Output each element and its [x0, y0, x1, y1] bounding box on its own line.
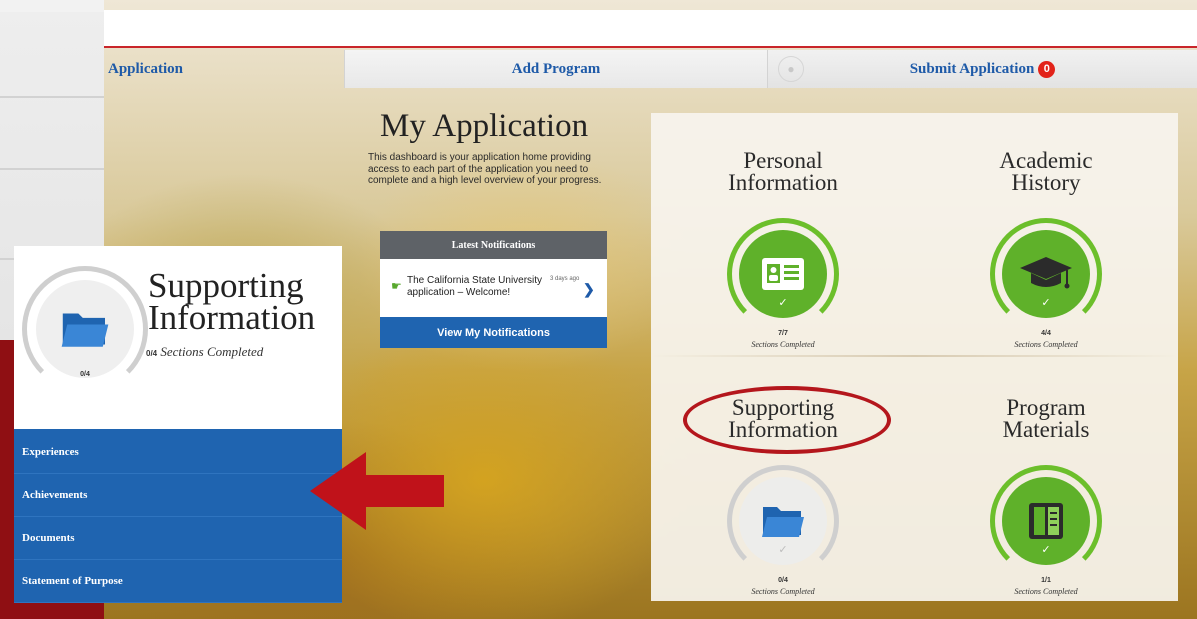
tab-add-program[interactable]: Add Program [344, 50, 768, 88]
callout-subtitle-fraction: 0/4 [146, 349, 158, 358]
tile-title: Academic History [946, 148, 1146, 195]
callout-title-line: Information [148, 298, 316, 337]
tab-submit-application[interactable]: ● Submit Application 0 [768, 50, 1197, 88]
tile-title-line: Personal [743, 148, 823, 173]
supporting-information-callout: 0/4 Supporting Information 0/4 Sections … [14, 246, 342, 603]
highlight-oval [683, 386, 891, 454]
tile-caption: Sections Completed [751, 587, 815, 596]
callout-fraction: 0/4 [80, 371, 90, 378]
tab-application[interactable]: Application [104, 50, 344, 88]
checkmark-icon: ✓ [1041, 297, 1051, 309]
tile-fraction: 7/7 [778, 330, 788, 337]
view-notifications-button[interactable]: View My Notifications [380, 317, 607, 348]
top-bar [104, 10, 1197, 48]
callout-subtitle-text: Sections Completed [160, 344, 264, 359]
notification-item[interactable]: ☛ The California State University applic… [380, 259, 607, 317]
notifications-card: Latest Notifications ☛ The California St… [380, 231, 607, 348]
folder-icon [36, 280, 134, 378]
chevron-right-icon[interactable]: ❯ [583, 281, 595, 298]
notifications-header: Latest Notifications [380, 231, 607, 259]
tile-fraction: 0/4 [778, 577, 788, 584]
tile-fraction: 4/4 [1041, 330, 1051, 337]
tile-caption: Sections Completed [1014, 587, 1078, 596]
tab-bar: Application Add Program ● Submit Applica… [104, 50, 1197, 88]
page-title: My Application [380, 108, 589, 144]
tile-title-line: Program [1006, 395, 1086, 420]
menu-item-experiences[interactable]: Experiences [14, 431, 342, 474]
tile-title-line: Academic [999, 148, 1093, 173]
checkmark-icon: ✓ [1041, 544, 1051, 556]
menu-item-statement-of-purpose[interactable]: Statement of Purpose [14, 560, 342, 603]
tile-title-line: Materials [1002, 417, 1090, 442]
notification-time: 3 days ago [550, 276, 580, 282]
tile-program-materials[interactable]: Program Materials ✓ 1/1 Sections Complet… [946, 395, 1146, 619]
callout-title: Supporting Information [148, 268, 316, 337]
submit-count-badge: 0 [1038, 60, 1056, 78]
tab-submit-label: Submit Application [909, 60, 1035, 77]
sidebar-divider [0, 168, 104, 170]
tile-title-line: History [1011, 170, 1081, 195]
callout-menu: Experiences Achievements Documents State… [14, 429, 342, 603]
menu-item-documents[interactable]: Documents [14, 517, 342, 560]
tile-title-line: Information [728, 170, 838, 195]
checkmark-icon: ✓ [778, 544, 788, 556]
tile-fraction: 1/1 [1041, 577, 1051, 584]
tile-caption: Sections Completed [1014, 340, 1078, 349]
tile-caption: Sections Completed [751, 340, 815, 349]
menu-item-achievements[interactable]: Achievements [14, 474, 342, 517]
thumbs-up-icon: ☛ [391, 279, 402, 293]
lock-icon: ● [778, 56, 804, 82]
sidebar-divider [0, 96, 104, 98]
page-description: This dashboard is your application home … [368, 152, 602, 186]
callout-subtitle: 0/4 Sections Completed [146, 344, 263, 360]
red-arrow [310, 452, 444, 530]
checkmark-icon: ✓ [778, 297, 788, 309]
notification-text: The California State University applicat… [407, 275, 543, 298]
tile-title: Personal Information [683, 148, 883, 195]
tile-academic-history[interactable]: Academic History ✓ 4/4 Sections Complete… [946, 148, 1146, 380]
tile-personal-information[interactable]: Personal Information ✓ 7/7 Sections Comp… [683, 148, 883, 380]
tile-title: Program Materials [946, 395, 1146, 442]
